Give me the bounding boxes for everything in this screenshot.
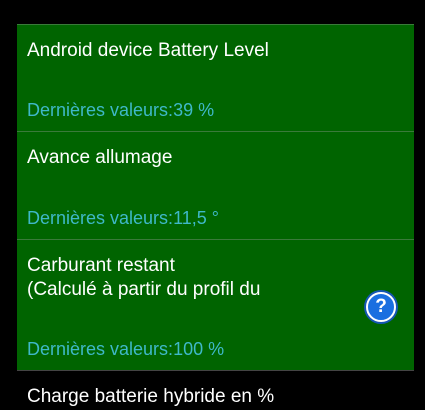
sensor-last-value: Dernières valeurs:39 %	[27, 99, 214, 121]
sensor-item-battery-level[interactable]: Android device Battery Level Dernières v…	[17, 24, 414, 131]
last-value-number: 100	[173, 339, 204, 359]
last-values-label: Dernières valeurs:	[27, 208, 174, 228]
question-mark-icon[interactable]: ?	[366, 292, 396, 322]
sensor-name: Android device Battery Level	[27, 39, 269, 63]
last-values-label: Dernières valeurs:	[27, 339, 174, 359]
help-glyph: ?	[375, 296, 387, 317]
sensor-item-ignition-advance[interactable]: Avance allumage Dernières valeurs:11,5 °	[17, 131, 414, 239]
sensor-name: Carburant restant (Calculé à partir du p…	[27, 254, 260, 302]
sensor-item-hybrid-battery-charge[interactable]: Charge batterie hybride en %	[17, 370, 414, 410]
sensor-name-line: Android device Battery Level	[27, 40, 269, 61]
last-values-label: Dernières valeurs:	[27, 100, 174, 120]
sensor-last-value: Dernières valeurs:11,5 °	[27, 207, 219, 229]
sensor-name-line: Avance allumage	[27, 147, 173, 168]
sensor-list: Android device Battery Level Dernières v…	[17, 24, 414, 370]
last-value-unit: %	[193, 100, 215, 120]
last-value-number: 39	[173, 100, 194, 120]
sensor-name-line: Carburant restant	[27, 255, 175, 276]
last-value-number: 11,5	[173, 208, 207, 228]
sensor-item-fuel-remaining[interactable]: Carburant restant (Calculé à partir du p…	[17, 239, 414, 370]
last-value-unit: °	[206, 208, 219, 228]
sensor-name-line: (Calculé à partir du profil du	[27, 279, 261, 300]
top-strip	[0, 0, 425, 24]
sensor-last-value: Dernières valeurs:100 %	[27, 338, 224, 360]
sensor-name: Avance allumage	[27, 146, 172, 170]
sensor-name: Charge batterie hybride en %	[27, 386, 275, 407]
last-value-unit: %	[203, 339, 225, 359]
screen: Android device Battery Level Dernières v…	[0, 0, 425, 410]
